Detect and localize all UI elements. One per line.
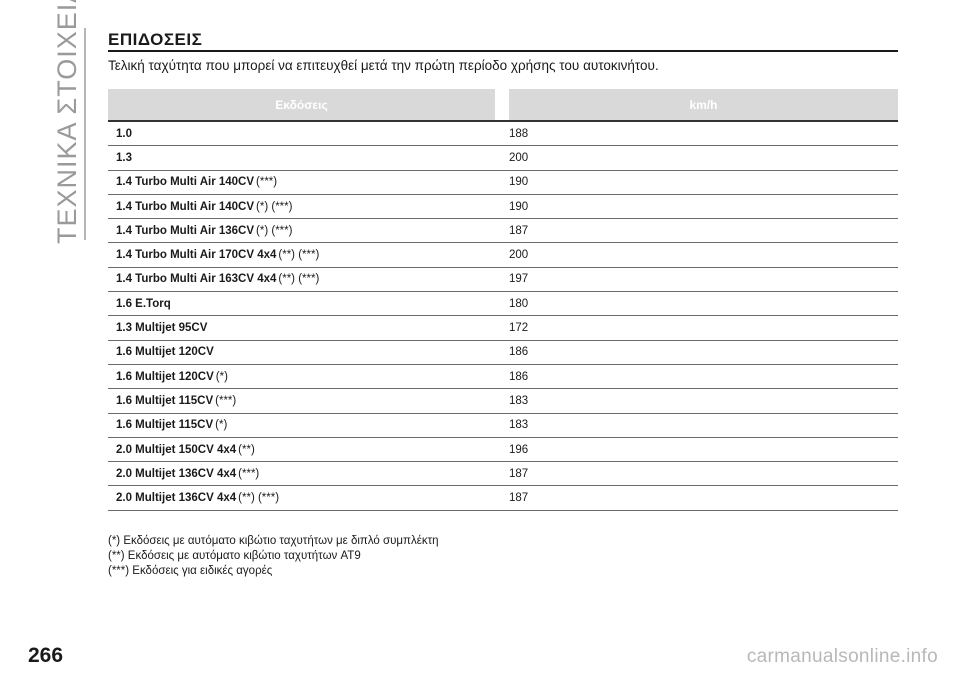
version-cell: 2.0 Multijet 136CV 4x4 (***)	[108, 468, 509, 480]
version-note: (*)	[215, 370, 228, 383]
table-row: 1.4 Turbo Multi Air 140CV (***) 190	[108, 171, 898, 195]
version-name: 2.0 Multijet 136CV 4x4	[116, 492, 237, 505]
version-name: 1.6 Multijet 115CV	[116, 394, 214, 407]
speed-cell: 186	[509, 370, 529, 383]
speed-cell: 187	[509, 224, 529, 237]
version-cell: 2.0 Multijet 136CV 4x4 (**) (***)	[108, 492, 509, 504]
table-header: Εκδόσεις km/h	[108, 89, 898, 120]
version-name: 1.4 Turbo Multi Air 170CV 4x4	[116, 249, 277, 262]
version-name: 1.6 E.Torq	[116, 297, 171, 310]
version-name: 2.0 Multijet 150CV 4x4	[116, 443, 237, 456]
title-rule	[108, 50, 898, 52]
version-note: (*) (***)	[256, 224, 293, 237]
speed-cell: 200	[509, 151, 529, 164]
version-cell: 1.0	[108, 128, 509, 140]
footnote-1: (*) Εκδόσεις με αυτόματο κιβώτιο ταχυτήτ…	[108, 535, 439, 547]
speed-cell: 187	[509, 492, 529, 505]
speed-cell: 188	[509, 127, 529, 140]
speed-cell: 196	[509, 443, 529, 456]
speed-cell: 183	[509, 419, 529, 432]
speed-cell: 197	[509, 273, 529, 286]
version-name: 1.4 Turbo Multi Air 140CV	[116, 176, 255, 189]
speed-cell: 200	[509, 249, 529, 262]
version-name: 1.4 Turbo Multi Air 140CV	[116, 200, 255, 213]
watermark: carmanualsonline.info	[746, 646, 938, 667]
table-row: 1.4 Turbo Multi Air 163CV 4x4 (**) (***) 1…	[108, 268, 898, 293]
version-cell: 1.6 Multijet 120CV	[108, 346, 509, 358]
version-cell: 1.3 Multijet 95CV	[108, 322, 509, 334]
table-row: 1.6 Multijet 120CV (*) 186	[108, 365, 898, 390]
performance-table: Εκδόσεις km/h 1.0 188 1.3 200 1.4 Turbo Mult…	[108, 89, 898, 511]
table-row: 1.6 Multijet 120CV 186	[108, 341, 898, 365]
footnotes: (*) Εκδόσεις με αυτόματο κιβώτιο ταχυτήτ…	[108, 534, 439, 579]
version-cell: 1.6 Multijet 115CV (*)	[108, 419, 509, 431]
table-row: 2.0 Multijet 150CV 4x4 (**) 196	[108, 438, 898, 463]
version-cell: 1.6 E.Torq	[108, 298, 509, 310]
version-name: 1.3 Multijet 95CV	[116, 322, 208, 335]
version-cell: 1.4 Turbo Multi Air 170CV 4x4 (**) (***)	[108, 249, 509, 261]
table-row: 2.0 Multijet 136CV 4x4 (**) (***) 187	[108, 486, 898, 511]
table-row: 1.6 E.Torq 180	[108, 292, 898, 317]
speed-cell: 186	[509, 346, 529, 359]
table-body: 1.0 188 1.3 200 1.4 Turbo Multi Air 140CV (**…	[108, 122, 898, 511]
version-name: 1.4 Turbo Multi Air 163CV 4x4	[116, 273, 277, 286]
footnote-2: (**) Εκδόσεις με αυτόματο κιβώτιο ταχυτή…	[108, 550, 361, 562]
table-row: 1.3 200	[108, 146, 898, 171]
version-name: 1.6 Multijet 120CV	[116, 346, 214, 359]
section-subtitle: Τελική ταχύτητα που μπορεί να επιτευχθεί…	[108, 58, 659, 73]
version-cell: 1.3	[108, 152, 509, 164]
version-note: (*)	[215, 419, 228, 432]
version-note: (***)	[256, 176, 278, 189]
version-cell: 1.6 Multijet 115CV (***)	[108, 395, 509, 407]
version-name: 2.0 Multijet 136CV 4x4	[116, 467, 237, 480]
version-cell: 1.6 Multijet 120CV (*)	[108, 371, 509, 383]
table-row: 1.3 Multijet 95CV 172	[108, 316, 898, 341]
version-name: 1.6 Multijet 115CV	[116, 419, 214, 432]
chapter-divider	[84, 28, 86, 240]
page-number: 266	[28, 644, 64, 667]
chapter-title-vertical: ΤΕΧΝΙΚΑ ΣΤΟΙΧΕΙΑ	[52, 0, 82, 244]
table-row: 1.4 Turbo Multi Air 136CV (*) (***) 187	[108, 219, 898, 244]
speed-cell: 187	[509, 467, 529, 480]
speed-cell: 172	[509, 322, 529, 335]
footnote-3: (***) Εκδόσεις για ειδικές αγορές	[108, 565, 273, 577]
version-name: 1.0	[116, 127, 132, 140]
version-note: (***)	[215, 394, 237, 407]
version-note: (**)	[238, 443, 255, 456]
section-title: ΕΠΙΔΟΣΕΙΣ	[108, 30, 203, 49]
speed-cell: 190	[509, 176, 529, 189]
version-note: (***)	[238, 467, 260, 480]
version-name: 1.4 Turbo Multi Air 136CV	[116, 224, 255, 237]
table-row: 1.6 Multijet 115CV (*) 183	[108, 414, 898, 438]
table-row: 2.0 Multijet 136CV 4x4 (***) 187	[108, 462, 898, 487]
table-row: 1.6 Multijet 115CV (***) 183	[108, 389, 898, 414]
version-cell: 1.4 Turbo Multi Air 140CV (***)	[108, 176, 509, 188]
version-note: (*) (***)	[256, 200, 293, 213]
header-kmh: km/h	[509, 89, 898, 120]
version-note: (**) (***)	[278, 249, 320, 262]
version-cell: 1.4 Turbo Multi Air 163CV 4x4 (**) (***)	[108, 273, 509, 285]
version-cell: 1.4 Turbo Multi Air 136CV (*) (***)	[108, 225, 509, 237]
table-row: 1.4 Turbo Multi Air 170CV 4x4 (**) (***) 2…	[108, 243, 898, 268]
version-name: 1.3	[116, 151, 132, 164]
table-row: 1.4 Turbo Multi Air 140CV (*) (***) 190	[108, 195, 898, 220]
header-versions: Εκδόσεις	[108, 89, 495, 120]
speed-cell: 190	[509, 200, 529, 213]
version-note: (**) (***)	[238, 492, 280, 505]
version-name: 1.6 Multijet 120CV	[116, 370, 214, 383]
version-note: (**) (***)	[278, 273, 320, 286]
speed-cell: 180	[509, 297, 529, 310]
version-cell: 1.4 Turbo Multi Air 140CV (*) (***)	[108, 201, 509, 213]
version-cell: 2.0 Multijet 150CV 4x4 (**)	[108, 444, 509, 456]
speed-cell: 183	[509, 394, 529, 407]
table-row: 1.0 188	[108, 122, 898, 147]
